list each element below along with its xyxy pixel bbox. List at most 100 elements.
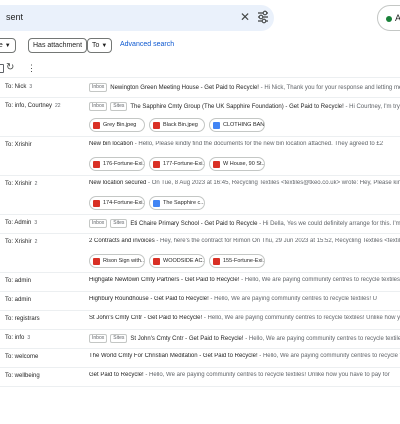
image-icon <box>153 161 160 168</box>
email-preview: Highbury Roundhouse - Get Paid to Recycl… <box>89 296 400 302</box>
email-preview: Inbox Sites St John's Cmty Cntr - Get Paid… <box>89 334 400 343</box>
attachment-name: CLOTHING BAN... <box>223 122 265 128</box>
email-row[interactable]: To: Nick 3 Inbox Newington Green Meeting Ho… <box>0 79 400 98</box>
search-options-icon[interactable] <box>256 9 270 25</box>
email-preview: 2 Contracts and invoices - Hey, here's t… <box>89 238 400 244</box>
email-preview: Inbox Sites Eti Chaire Primary School - Ge… <box>89 219 400 228</box>
email-recipient: To: welcome <box>5 354 38 360</box>
email-preview: New location secured - On Tue, 8 Aug 202… <box>89 180 400 186</box>
attachment-chip[interactable]: CLOTHING BAN... <box>209 118 265 132</box>
attachment-chip[interactable]: 155-Fortune-Exi... <box>209 254 265 268</box>
email-subject: Eti Chaire Primary School - Get Paid to … <box>130 221 258 227</box>
filter-chip-has-attachment-label: Has attachment <box>33 42 83 49</box>
refresh-icon[interactable]: ↻ <box>6 63 16 73</box>
email-recipient-name: To: Xrishir <box>5 239 32 245</box>
email-snippet: - On Tue, 8 Aug 2023 at 16:45, Recycling… <box>146 180 400 186</box>
email-subject: Newington Green Meeting House - Get Paid… <box>110 85 259 91</box>
email-row[interactable]: To: Admin 3 Inbox Sites Eti Chaire Primary S… <box>0 215 400 234</box>
email-preview: Inbox Newington Green Meeting House - Get… <box>89 83 400 92</box>
email-row[interactable]: To: Xrishir New bin location - Hello, Ple… <box>0 137 400 176</box>
search-bar[interactable]: sent ✕ <box>0 5 274 31</box>
label-badge[interactable]: Inbox <box>89 83 108 92</box>
attachment-chip[interactable]: 177-Fortune-Exi... <box>149 157 205 171</box>
attachment-chip[interactable]: The Sapphire c... <box>149 196 205 210</box>
email-recipient: To: info, Courtney 22 <box>5 103 61 109</box>
email-row[interactable]: To: admin Highbury Roundhouse - Get Paid … <box>0 292 400 311</box>
attachment-chip[interactable]: 174-Fortune-Exi... <box>89 196 145 210</box>
attachment-chip[interactable]: Rison Sign with... <box>89 254 145 268</box>
email-row-line: To: info 3 Inbox Sites St John's Cmty Cntr -… <box>0 330 400 348</box>
status-selector[interactable]: A <box>377 5 400 31</box>
email-row[interactable]: To: registrars St John's Cmty Cntr - Get … <box>0 311 400 330</box>
email-row-line: To: wellbeing Get Paid to Recycle! - Hell… <box>0 368 400 386</box>
attachment-name: WOODSIDE AC... <box>163 258 205 264</box>
more-vert-icon[interactable]: ⋮ <box>27 63 36 73</box>
email-recipient: To: admin <box>5 297 31 303</box>
email-recipient-name: To: admin <box>5 278 32 284</box>
attachment-name: W House, 90 St... <box>223 161 265 167</box>
email-snippet: - Hi Nick, Thank you for your response a… <box>258 85 400 91</box>
email-subject: 2 Contracts and invoices <box>89 238 155 244</box>
search-input[interactable]: sent <box>6 12 23 22</box>
label-badge[interactable]: Inbox <box>89 102 108 111</box>
select-all-checkbox[interactable] <box>0 64 4 73</box>
email-row-line: To: Xrishir 2 New location secured - On Tu… <box>0 176 400 194</box>
email-row-line: To: Xrishir 2 2 Contracts and invoices - H… <box>0 234 400 252</box>
close-icon[interactable]: ✕ <box>238 10 252 24</box>
attachment-chip[interactable]: 176-Fortune-Exi... <box>89 157 145 171</box>
search-filter-chips: me▼ Has attachment To▼ Advanced search <box>0 38 400 56</box>
attachment-chip[interactable]: Grey Bin.jpeg <box>89 118 145 132</box>
image-icon <box>213 258 220 265</box>
filter-chip-from[interactable]: me▼ <box>0 38 16 53</box>
document-icon <box>213 122 220 129</box>
email-row-line: To: admin Highbury Roundhouse - Get Paid … <box>0 292 400 310</box>
email-preview: Inbox Sites The Sapphire Cmty Group (The U… <box>89 102 400 111</box>
email-row[interactable]: To: wellbeing Get Paid to Recycle! - Hell… <box>0 368 400 387</box>
email-row[interactable]: To: admin Highgate Newtown Cmty Partners … <box>0 273 400 292</box>
label-badge[interactable]: Sites <box>110 334 128 343</box>
attachment-name: Black Bin.jpeg <box>163 122 198 128</box>
email-recipient: To: Nick 3 <box>5 84 32 90</box>
advanced-search-link[interactable]: Advanced search <box>120 41 174 48</box>
email-row-line: To: Admin 3 Inbox Sites Eti Chaire Primary S… <box>0 215 400 233</box>
attachment-list: Grey Bin.jpeg Black Bin.jpeg CLOTHING BAN.… <box>89 116 400 136</box>
email-snippet: - Hello, We are paying community centres… <box>143 372 390 378</box>
email-subject: Highgate Newtown Cmty Partners - Get Pai… <box>89 277 240 283</box>
email-preview: The World Cmty For Christian Meditation … <box>89 353 400 359</box>
attachment-name: Rison Sign with... <box>103 258 145 264</box>
image-icon <box>93 200 100 207</box>
attachment-name: Grey Bin.jpeg <box>103 122 137 128</box>
thread-count: 22 <box>55 103 61 109</box>
filter-chip-to[interactable]: To ▼ <box>87 38 113 53</box>
document-icon <box>153 200 160 207</box>
attachment-name: 174-Fortune-Exi... <box>103 200 145 206</box>
email-subject: St John's Cmty Cntr - Get Paid to Recycl… <box>89 315 203 321</box>
label-badge[interactable]: Inbox <box>89 334 108 343</box>
email-row[interactable]: To: welcome The World Cmty For Christian … <box>0 349 400 368</box>
email-subject: St John's Cmty Cntr - Get Paid to Recycl… <box>130 336 244 342</box>
label-badge[interactable]: Sites <box>110 219 128 228</box>
attachment-chip[interactable]: WOODSIDE AC... <box>149 254 205 268</box>
email-row[interactable]: To: info 3 Inbox Sites St John's Cmty Cntr -… <box>0 330 400 349</box>
filter-chip-to-label: To <box>92 42 100 49</box>
attachment-name: 155-Fortune-Exi... <box>223 258 265 264</box>
email-row-line: To: welcome The World Cmty For Christian … <box>0 349 400 367</box>
label-badge[interactable]: Inbox <box>89 219 108 228</box>
email-row[interactable]: To: Xrishir 2 New location secured - On Tu… <box>0 176 400 215</box>
email-subject: The Sapphire Cmty Group (The UK Sapphire… <box>130 104 344 110</box>
email-preview: St John's Cmty Cntr - Get Paid to Recycl… <box>89 315 400 321</box>
email-recipient-name: To: Nick <box>5 84 27 90</box>
email-snippet: - Hi Della, Yes we could definitely arra… <box>257 221 400 227</box>
attachment-name: 176-Fortune-Exi... <box>103 161 145 167</box>
email-row[interactable]: To: Xrishir 2 2 Contracts and invoices - H… <box>0 234 400 273</box>
filter-chip-from-label: me <box>0 42 3 49</box>
thread-count: 3 <box>29 84 33 90</box>
label-badge[interactable]: Sites <box>110 102 128 111</box>
email-row[interactable]: To: info, Courtney 22 Inbox Sites The Sapphi… <box>0 98 400 137</box>
attachment-chip[interactable]: W House, 90 St... <box>209 157 265 171</box>
attachment-chip[interactable]: Black Bin.jpeg <box>149 118 205 132</box>
email-subject: Highbury Roundhouse - Get Paid to Recycl… <box>89 296 209 302</box>
filter-chip-has-attachment[interactable]: Has attachment <box>28 38 88 53</box>
attachment-list: Rison Sign with... WOODSIDE AC... 155-Fort… <box>89 252 400 272</box>
attachment-name: The Sapphire c... <box>163 200 205 206</box>
